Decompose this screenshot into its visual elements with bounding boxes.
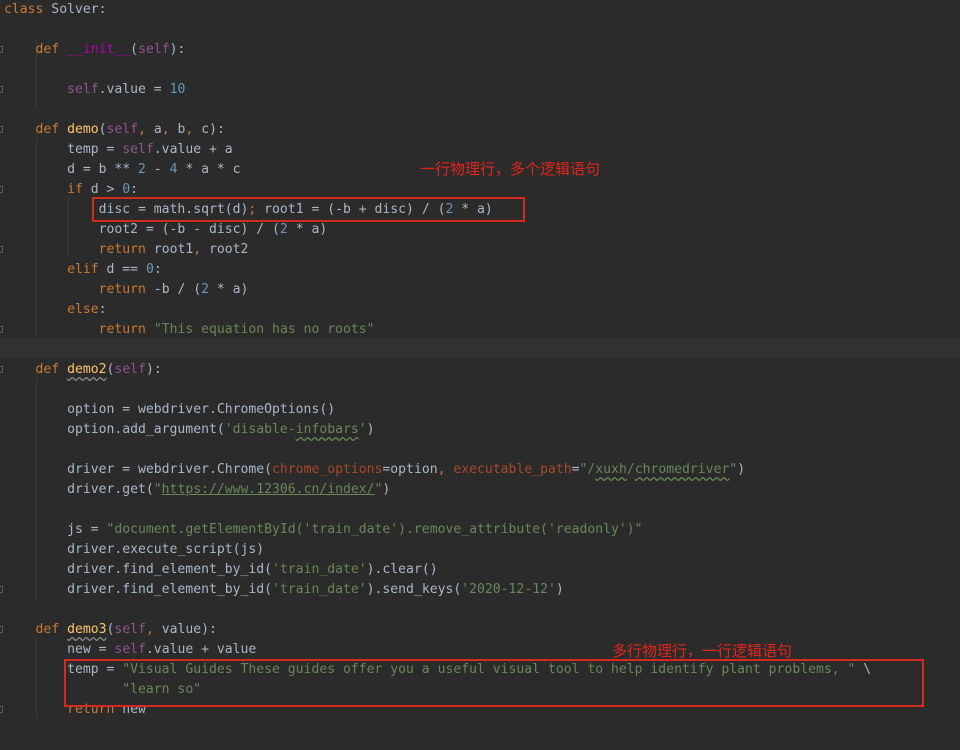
fold-marker[interactable] xyxy=(0,46,3,53)
code-line[interactable]: elif d == 0: xyxy=(4,260,162,280)
fold-marker[interactable] xyxy=(0,326,3,333)
fold-marker[interactable] xyxy=(0,706,3,713)
code-line[interactable]: def demo3(self, value): xyxy=(4,620,217,640)
code-line[interactable]: d = b ** 2 - 4 * a * c xyxy=(4,160,240,180)
code-line[interactable]: def __init__(self): xyxy=(4,40,186,60)
code-line[interactable]: self.value = 10 xyxy=(4,80,185,100)
code-line[interactable]: option = webdriver.ChromeOptions() xyxy=(4,400,335,420)
code-line[interactable]: return root1, root2 xyxy=(4,240,249,260)
annotation-note-single-line: 一行物理行，多个逻辑语句 xyxy=(420,160,601,178)
code-line[interactable]: driver.find_element_by_id('train_date').… xyxy=(4,580,564,600)
fold-marker[interactable] xyxy=(0,126,3,133)
annotation-box-single-line xyxy=(92,197,525,222)
fold-marker[interactable] xyxy=(0,186,3,193)
fold-marker[interactable] xyxy=(0,586,3,593)
code-line[interactable]: class Solver: xyxy=(4,0,107,20)
code-line[interactable]: driver = webdriver.Chrome(chrome_options… xyxy=(4,460,745,480)
fold-marker[interactable] xyxy=(0,626,3,633)
code-line[interactable]: driver.get("https://www.12306.cn/index/"… xyxy=(4,480,390,500)
code-line[interactable]: temp = self.value + a xyxy=(4,140,233,160)
code-line[interactable]: option.add_argument('disable-infobars') xyxy=(4,420,374,440)
current-line-highlight xyxy=(0,338,960,358)
code-line[interactable]: def demo2(self): xyxy=(4,360,162,380)
code-editor[interactable]: class Solver: def __init__(self): self.v… xyxy=(0,0,960,750)
fold-marker[interactable] xyxy=(0,246,3,253)
code-line[interactable]: driver.find_element_by_id('train_date').… xyxy=(4,560,438,580)
code-line[interactable]: driver.execute_script(js) xyxy=(4,540,264,560)
code-line[interactable]: return -b / (2 * a) xyxy=(4,280,249,300)
annotation-note-multi-line: 多行物理行，一行逻辑语句 xyxy=(612,642,793,660)
code-line[interactable]: js = "document.getElementById('train_dat… xyxy=(4,520,642,540)
code-line[interactable]: else: xyxy=(4,300,106,320)
code-line[interactable]: return "This equation has no roots" xyxy=(4,320,375,340)
code-line[interactable]: root2 = (-b - disc) / (2 * a) xyxy=(4,220,328,240)
code-line[interactable]: new = self.value + value xyxy=(4,640,256,660)
fold-marker[interactable] xyxy=(0,366,3,373)
code-line[interactable]: def demo(self, a, b, c): xyxy=(4,120,225,140)
annotation-box-multi-line xyxy=(64,659,924,707)
fold-marker[interactable] xyxy=(0,86,3,93)
